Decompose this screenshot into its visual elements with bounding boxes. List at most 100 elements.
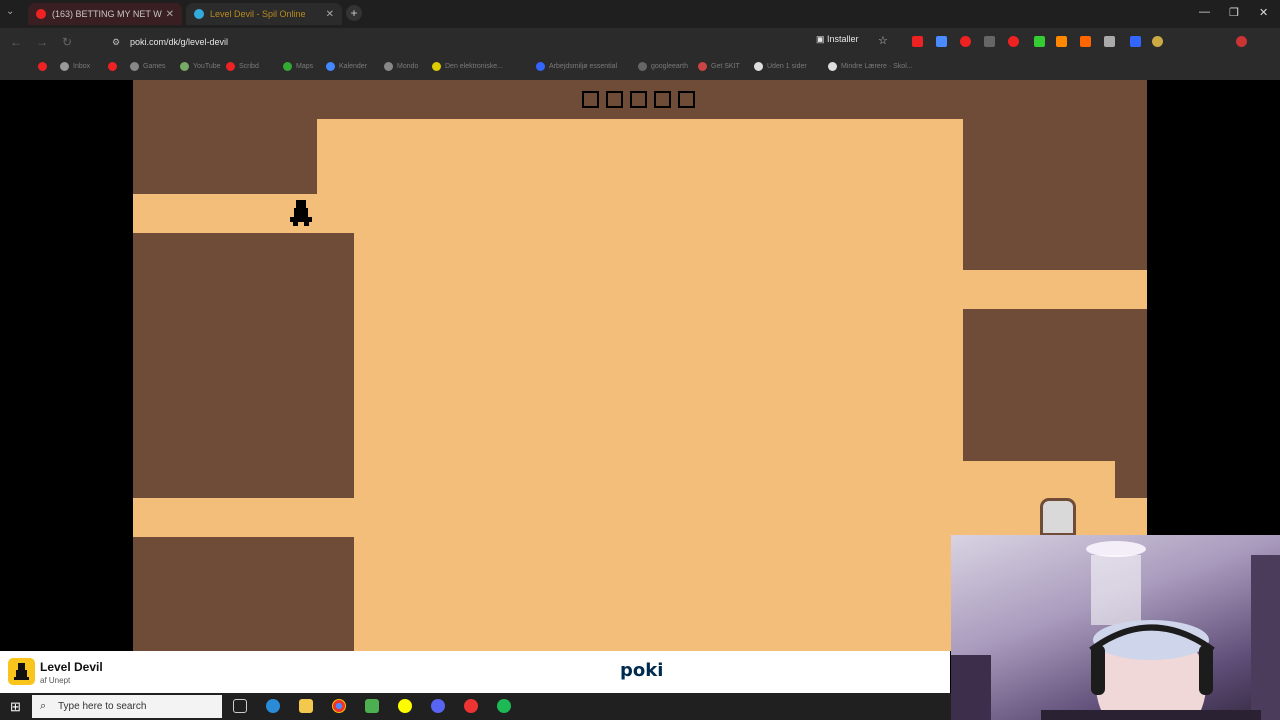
bookmark-icon — [698, 62, 707, 71]
tab-level-devil[interactable]: Level Devil - Spil Online ✕ — [186, 3, 342, 25]
game-title: Level Devil — [40, 660, 103, 674]
lives-counter — [582, 91, 695, 108]
extension-icon[interactable] — [1152, 36, 1163, 47]
bookmark-item[interactable]: Kalender — [326, 62, 367, 71]
extension-icon[interactable] — [984, 36, 995, 47]
player-character — [290, 200, 312, 226]
tab-youtube[interactable]: (163) BETTING MY NET WORT ✕ — [28, 3, 182, 25]
edge-icon[interactable] — [266, 699, 280, 713]
streamer-webcam-image — [951, 541, 1280, 720]
globe-icon — [60, 62, 69, 71]
extension-icon[interactable] — [1034, 36, 1045, 47]
url-field[interactable]: ⚙ poki.com/dk/g/level-devil — [104, 32, 904, 52]
profile-avatar[interactable] — [1236, 36, 1247, 47]
task-view-icon[interactable] — [233, 699, 247, 713]
search-icon: ⌕ — [40, 700, 47, 712]
life-square — [630, 91, 647, 108]
bookmark-label: Games — [143, 63, 166, 70]
forward-icon[interactable]: → — [36, 35, 48, 49]
roblox-icon[interactable] — [464, 699, 478, 713]
extension-icon[interactable] — [912, 36, 923, 47]
exit-door — [1040, 498, 1076, 536]
tab-label: (163) BETTING MY NET WORT — [52, 9, 162, 19]
bookmark-icon — [638, 62, 647, 71]
game-thumbnail-icon[interactable] — [8, 658, 35, 685]
bookmark-label: Maps — [296, 63, 314, 70]
minecraft-icon[interactable] — [365, 699, 379, 713]
bookmark-label: Arbejdsmiljø essential — [549, 63, 618, 70]
close-window-icon[interactable]: ✕ — [1259, 6, 1268, 19]
windows-taskbar: ⊞ ⌕ Type here to search — [0, 693, 951, 720]
bookmark-item[interactable]: Mondo — [384, 62, 418, 71]
bookmark-star-icon[interactable]: ☆ — [878, 34, 888, 47]
game-info-bar: Level Devil af Unept poki — [0, 651, 950, 693]
search-placeholder: Type here to search — [58, 701, 147, 712]
extension-icon[interactable] — [960, 36, 971, 47]
bookmark-item[interactable]: Maps — [283, 62, 313, 71]
browser-tab-bar: ⌄ (163) BETTING MY NET WORT ✕ Level Devi… — [0, 0, 1280, 28]
bookmark-item[interactable]: Games — [130, 62, 166, 71]
bookmark-icon — [384, 62, 393, 71]
close-tab-icon[interactable]: ✕ — [166, 9, 174, 20]
bookmark-item[interactable]: Get SKIT — [698, 62, 740, 71]
bookmark-label: YouTube — [193, 63, 221, 70]
extension-icon[interactable] — [936, 36, 947, 47]
life-square — [582, 91, 599, 108]
discord-icon[interactable] — [431, 699, 445, 713]
wall-block — [133, 119, 317, 194]
restore-icon[interactable]: ❐ — [1229, 6, 1239, 19]
tab-search-icon[interactable]: ⌄ — [6, 6, 20, 20]
bookmark-icon — [130, 62, 139, 71]
taskbar-search-box[interactable]: ⌕ Type here to search — [32, 695, 222, 718]
bookmark-item[interactable]: Scribd — [226, 62, 259, 71]
bookmark-label: Mondo — [397, 63, 419, 70]
youtube-icon — [108, 62, 117, 71]
youtube-icon — [36, 9, 46, 19]
snapchat-icon[interactable] — [398, 699, 412, 713]
close-tab-icon[interactable]: ✕ — [326, 9, 334, 20]
install-button[interactable]: ▣ Installer — [816, 34, 859, 45]
spotify-icon[interactable] — [497, 699, 511, 713]
poki-logo[interactable]: poki — [620, 660, 663, 681]
bookmark-label: Scribd — [239, 63, 259, 70]
windows-start-icon[interactable]: ⊞ — [10, 699, 21, 715]
bookmark-icon — [180, 62, 189, 71]
back-icon[interactable]: ← — [10, 35, 22, 49]
calendar-icon — [326, 62, 335, 71]
chrome-icon[interactable] — [332, 699, 346, 713]
reload-icon[interactable]: ↻ — [62, 35, 72, 49]
bookmark-label: Mindre Lærere · Skol... — [841, 63, 913, 70]
webcam-overlay — [951, 535, 1280, 720]
wall-block — [133, 537, 354, 651]
bookmark-item[interactable]: Den elektroniske... — [432, 62, 503, 71]
bookmark-label: Den elektroniske... — [445, 63, 503, 70]
extension-icon[interactable] — [1080, 36, 1091, 47]
extension-icon[interactable] — [1056, 36, 1067, 47]
bookmark-label: Uden 1 sider — [767, 63, 807, 70]
life-square — [606, 91, 623, 108]
site-info-icon[interactable]: ⚙ — [112, 32, 120, 52]
url-text: poki.com/dk/g/level-devil — [130, 37, 229, 47]
bookmark-item[interactable]: Inbox — [60, 62, 90, 71]
bookmark-label: googleearth — [651, 63, 688, 70]
bookmark-item[interactable]: Arbejdsmiljø essential — [536, 62, 617, 71]
bookmark-youtube[interactable] — [38, 62, 51, 71]
poki-favicon-icon — [194, 9, 204, 19]
wall-block — [133, 233, 354, 498]
bookmark-youtube[interactable] — [108, 62, 121, 71]
explorer-icon[interactable] — [299, 699, 313, 713]
extension-icon[interactable] — [1008, 36, 1019, 47]
life-square — [654, 91, 671, 108]
new-tab-button[interactable]: + — [346, 5, 362, 21]
bookmark-icon — [536, 62, 545, 71]
bookmark-item[interactable]: YouTube — [180, 62, 221, 71]
minimize-icon[interactable]: — — [1199, 6, 1210, 18]
extension-icon[interactable] — [1104, 36, 1115, 47]
youtube-icon — [38, 62, 47, 71]
bookmark-item[interactable]: Uden 1 sider — [754, 62, 807, 71]
globe-icon — [828, 62, 837, 71]
extension-icon[interactable] — [1130, 36, 1141, 47]
bookmark-item[interactable]: googleearth — [638, 62, 688, 71]
bookmark-item[interactable]: Mindre Lærere · Skol... — [828, 62, 913, 71]
life-square — [678, 91, 695, 108]
